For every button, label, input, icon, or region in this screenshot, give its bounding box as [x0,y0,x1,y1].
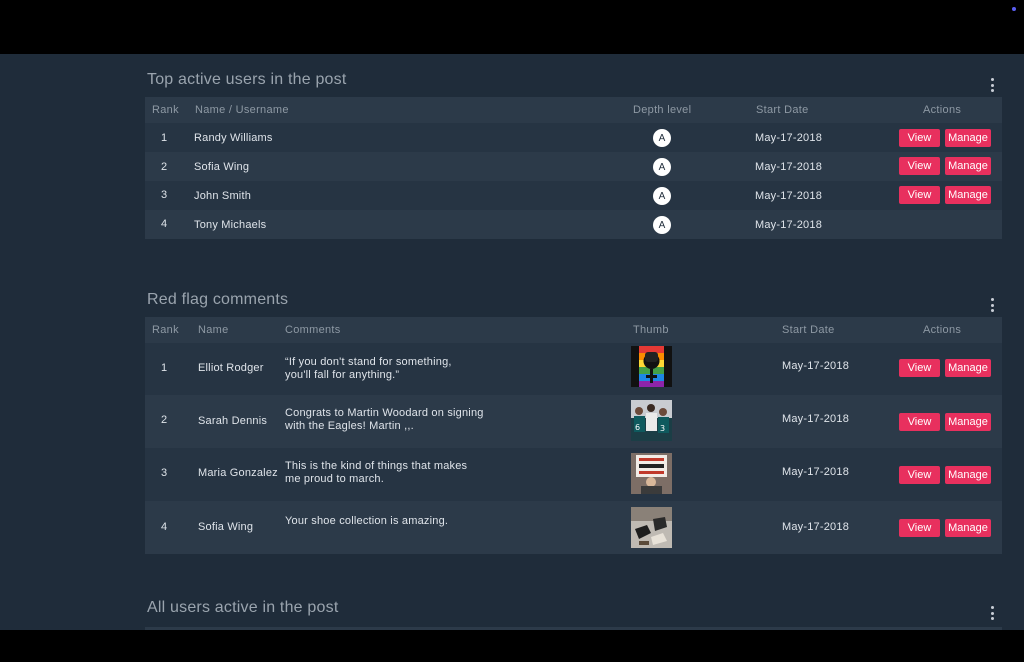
rank-cell: 3 [161,189,168,201]
col-comments: Comments [285,324,341,336]
comment-line: Congrats to Martin Woodard on signing [285,407,484,419]
date-cell: May-17-2018 [755,190,823,202]
bottom-bar [0,630,1024,662]
manage-button[interactable]: Manage [945,413,991,431]
section-title: Top active users in the post [147,71,347,88]
date-cell: May-17-2018 [755,132,823,144]
svg-text:6: 6 [635,423,640,432]
table-row: 4 Sofia Wing Your shoe collection is ama… [145,501,1002,554]
table-row: 2 Sofia Wing A May-17-2018 View Manage [145,152,1002,181]
date-cell: May-17-2018 [782,521,850,533]
depth-badge-icon: A [653,216,671,234]
rank-cell: 2 [161,161,168,173]
name-cell: John Smith [194,190,252,202]
comment-cell: “If you don't stand for something, you'l… [285,356,452,382]
comment-cell: This is the kind of things that makes me… [285,460,467,486]
football-players-image[interactable]: 6 3 [631,400,672,441]
shoes-image[interactable] [631,507,672,548]
red-flag-section: Red flag comments Rank Name Comments Thu… [145,291,1002,561]
table-row: 2 Sarah Dennis Congrats to Martin Woodar… [145,395,1002,448]
section-title: All users active in the post [147,599,339,616]
comment-line: me proud to march. [285,473,384,485]
name-cell: Sofia Wing [198,521,254,533]
comment-cell: Congrats to Martin Woodard on signing wi… [285,407,484,433]
view-button[interactable]: View [899,466,940,484]
manage-button[interactable]: Manage [945,129,991,147]
top-users-table: Rank Name / Username Depth level Start D… [145,97,1002,239]
depth-badge-icon: A [653,158,671,176]
svg-text:3: 3 [660,424,665,433]
name-cell: Elliot Rodger [198,362,264,374]
comment-line: Your shoe collection is amazing. [285,515,449,527]
name-cell: Maria Gonzalez [198,467,278,479]
col-date: Start Date [756,104,809,116]
protest-sign-image[interactable] [631,453,672,494]
view-button[interactable]: View [899,129,940,147]
comment-line: “If you don't stand for something, [285,356,452,368]
rank-cell: 4 [161,521,168,533]
view-button[interactable]: View [899,186,940,204]
table-header: Rank Name / Username Depth level Start D… [145,97,1002,123]
more-options-icon[interactable] [990,606,994,620]
rank-cell: 1 [161,362,168,374]
name-cell: Tony Michaels [194,219,267,231]
rainbow-fist-image[interactable] [631,346,672,387]
depth-badge-icon: A [653,187,671,205]
col-date: Start Date [782,324,835,336]
date-cell: May-17-2018 [755,219,823,231]
view-button[interactable]: View [899,413,940,431]
manage-button[interactable]: Manage [945,466,991,484]
all-users-section: All users active in the post [145,599,1002,630]
view-button[interactable]: View [899,519,940,537]
section-title: Red flag comments [147,291,289,308]
more-options-icon[interactable] [990,78,994,92]
view-button[interactable]: View [899,157,940,175]
manage-button[interactable]: Manage [945,519,991,537]
col-depth: Depth level [633,104,692,116]
col-rank: Rank [152,324,179,336]
manage-button[interactable]: Manage [945,359,991,377]
col-rank: Rank [152,104,179,116]
col-actions: Actions [923,104,962,116]
comment-line: with the Eagles! Martin ,,. [285,420,414,432]
more-options-icon[interactable] [990,298,994,312]
comment-line: This is the kind of things that makes [285,460,468,472]
table-row: 3 Maria Gonzalez This is the kind of thi… [145,448,1002,501]
manage-button[interactable]: Manage [945,157,991,175]
name-cell: Sofia Wing [194,161,250,173]
name-cell: Sarah Dennis [198,415,268,427]
top-users-section: Top active users in the post Rank Name /… [145,71,1002,243]
date-cell: May-17-2018 [782,466,850,478]
main-content: Top active users in the post Rank Name /… [0,54,1024,630]
table-row: 1 Randy Williams A May-17-2018 View Mana… [145,123,1002,152]
col-actions: Actions [923,324,962,336]
depth-badge-icon: A [653,129,671,147]
table-header: Rank Name Comments Thumb Start Date Acti… [145,317,1002,343]
comment-cell: Your shoe collection is amazing. [285,515,448,528]
table-row: 1 Elliot Rodger “If you don't stand for … [145,343,1002,395]
rank-cell: 3 [161,467,168,479]
red-flag-table: Rank Name Comments Thumb Start Date Acti… [145,317,1002,554]
date-cell: May-17-2018 [755,161,823,173]
date-cell: May-17-2018 [782,360,850,372]
col-name: Name [198,324,229,336]
date-cell: May-17-2018 [782,413,850,425]
manage-button[interactable]: Manage [945,186,991,204]
rank-cell: 1 [161,132,168,144]
comment-line: you'll fall for anything.” [285,369,400,381]
rank-cell: 2 [161,414,168,426]
top-bar [0,0,1024,54]
col-name: Name / Username [195,104,289,116]
status-dot-icon [1012,7,1016,11]
view-button[interactable]: View [899,359,940,377]
table-row: 4 Tony Michaels A May-17-2018 [145,210,1002,239]
col-thumb: Thumb [633,324,669,336]
table-row: 3 John Smith A May-17-2018 View Manage [145,181,1002,210]
rank-cell: 4 [161,218,168,230]
name-cell: Randy Williams [194,132,273,144]
